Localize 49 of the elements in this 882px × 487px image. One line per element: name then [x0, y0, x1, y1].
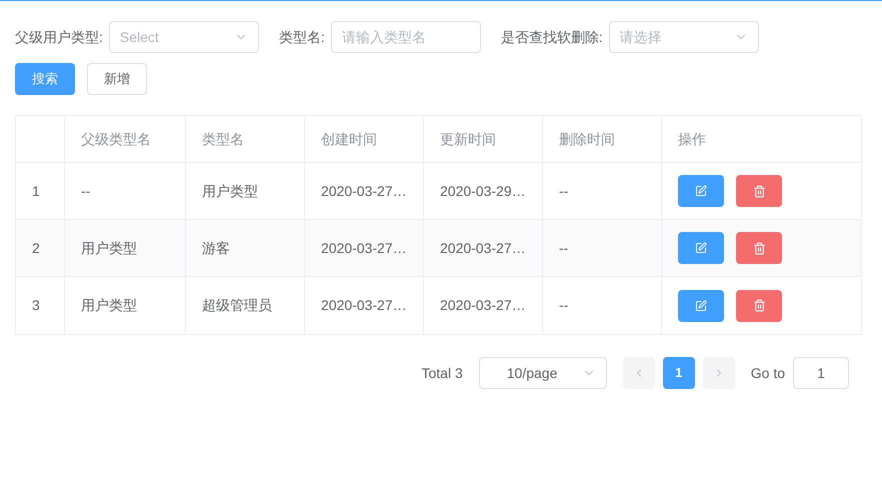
table-cell-text: 2020-03-29… — [440, 182, 526, 200]
table-cell-text: 2020-03-27… — [321, 296, 407, 315]
table-cell-text: 用户类型 — [202, 182, 258, 200]
page-button[interactable]: 1 — [662, 357, 695, 389]
goto-label: Go to — [750, 364, 785, 382]
filter-label: 类型名: — [278, 28, 325, 46]
table-cell-text: 2020-03-27… — [440, 238, 526, 258]
delete-button[interactable] — [736, 175, 782, 207]
table-cell-text: -- — [559, 238, 568, 258]
table-cell-text: -- — [81, 182, 90, 200]
input-field[interactable]: 请输入类型名 — [330, 21, 481, 53]
delete-button[interactable] — [736, 232, 782, 264]
edit-button[interactable] — [678, 175, 724, 207]
edit-button[interactable] — [678, 290, 724, 322]
table-cell-text: 2020-03-27… — [321, 182, 407, 200]
delete-button[interactable] — [736, 290, 782, 322]
column-header: 创建时间 — [321, 130, 377, 148]
column-header: 父级类型名 — [81, 130, 151, 148]
table-cell-text: 超级管理员 — [202, 296, 272, 315]
table-cell-text: 3 — [32, 296, 40, 315]
page-size-select[interactable]: 10/page — [478, 357, 607, 389]
filter-label: 是否查找软删除: — [500, 28, 603, 46]
edit-icon — [695, 185, 707, 197]
edit-icon — [695, 300, 707, 312]
table-cell-text: 2 — [32, 238, 40, 258]
filter-label: 父级用户类型: — [15, 28, 103, 46]
select-field[interactable]: Select — [108, 21, 259, 53]
table-cell-text: 2020-03-27… — [321, 238, 407, 258]
select-field[interactable]: 请选择 — [608, 21, 759, 53]
table-cell-text: -- — [559, 296, 568, 315]
table-cell-text: 游客 — [202, 238, 230, 258]
trash-icon — [752, 184, 766, 198]
add-button[interactable]: 新增 — [87, 63, 147, 95]
edit-icon — [695, 242, 707, 254]
column-header: 更新时间 — [440, 130, 496, 148]
column-header: 操作 — [678, 130, 706, 148]
search-button[interactable]: 搜索 — [15, 63, 75, 95]
edit-button[interactable] — [678, 232, 724, 264]
total-count: Total 3 — [422, 364, 463, 382]
column-header: 类型名 — [202, 130, 244, 148]
table-cell-text: 2020-03-27… — [440, 296, 526, 315]
table-cell-text: 用户类型 — [81, 296, 137, 315]
table-cell-text: 用户类型 — [81, 238, 137, 258]
table-cell-text: 1 — [32, 182, 40, 200]
table-cell-text: -- — [559, 182, 568, 200]
trash-icon — [752, 299, 766, 312]
goto-input[interactable]: 1 — [793, 357, 849, 389]
trash-icon — [752, 242, 766, 254]
column-header: 删除时间 — [559, 130, 615, 148]
